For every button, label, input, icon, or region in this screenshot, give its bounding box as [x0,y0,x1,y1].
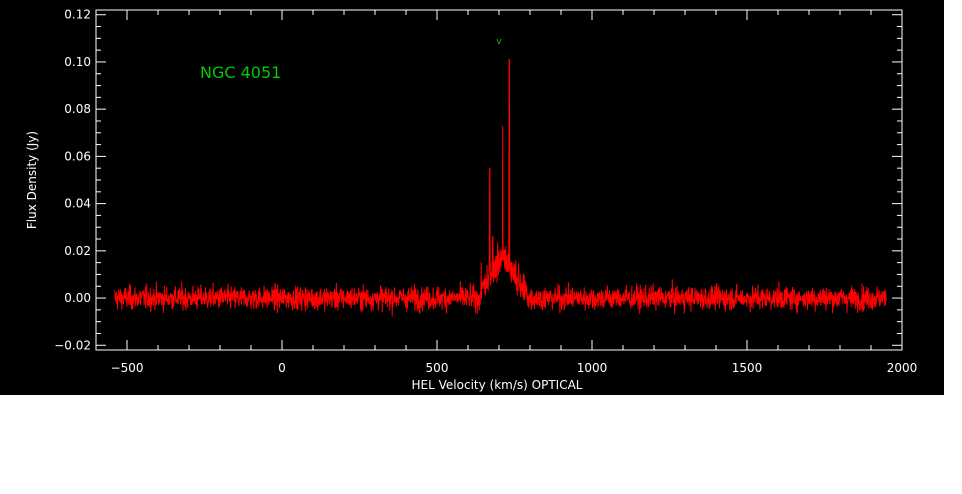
x-tick-label: 1500 [732,361,763,375]
y-axis-label: Flux Density (Jy) [25,131,39,229]
spectrum-chart: −500 0 500 1000 1500 2000 −0.02 0.00 0.02 0.04 0.… [25,8,918,392]
x-tick-label: 500 [426,361,449,375]
y-tick-label: 0.08 [64,102,91,116]
x-tick-label: 2000 [887,361,918,375]
y-tick-label: −0.02 [54,338,91,352]
x-tick-label: 0 [278,361,286,375]
x-axis-label: HEL Velocity (km/s) OPTICAL [412,378,583,392]
x-tick-label: −500 [111,361,144,375]
y-tick-label: 0.10 [64,55,91,69]
galaxy-label: NGC 4051 [200,63,281,82]
y-tick-label: 0.12 [64,8,91,22]
velocity-marker: v [496,37,502,47]
y-tick-label: 0.00 [64,291,91,305]
spectrum-line [114,59,887,317]
y-tick-label: 0.02 [64,244,91,258]
y-tick-label: 0.06 [64,149,91,163]
x-tick-label: 1000 [577,361,608,375]
plot-background: −500 0 500 1000 1500 2000 −0.02 0.00 0.02 0.04 0.… [0,0,944,395]
y-tick-label: 0.04 [64,197,91,211]
